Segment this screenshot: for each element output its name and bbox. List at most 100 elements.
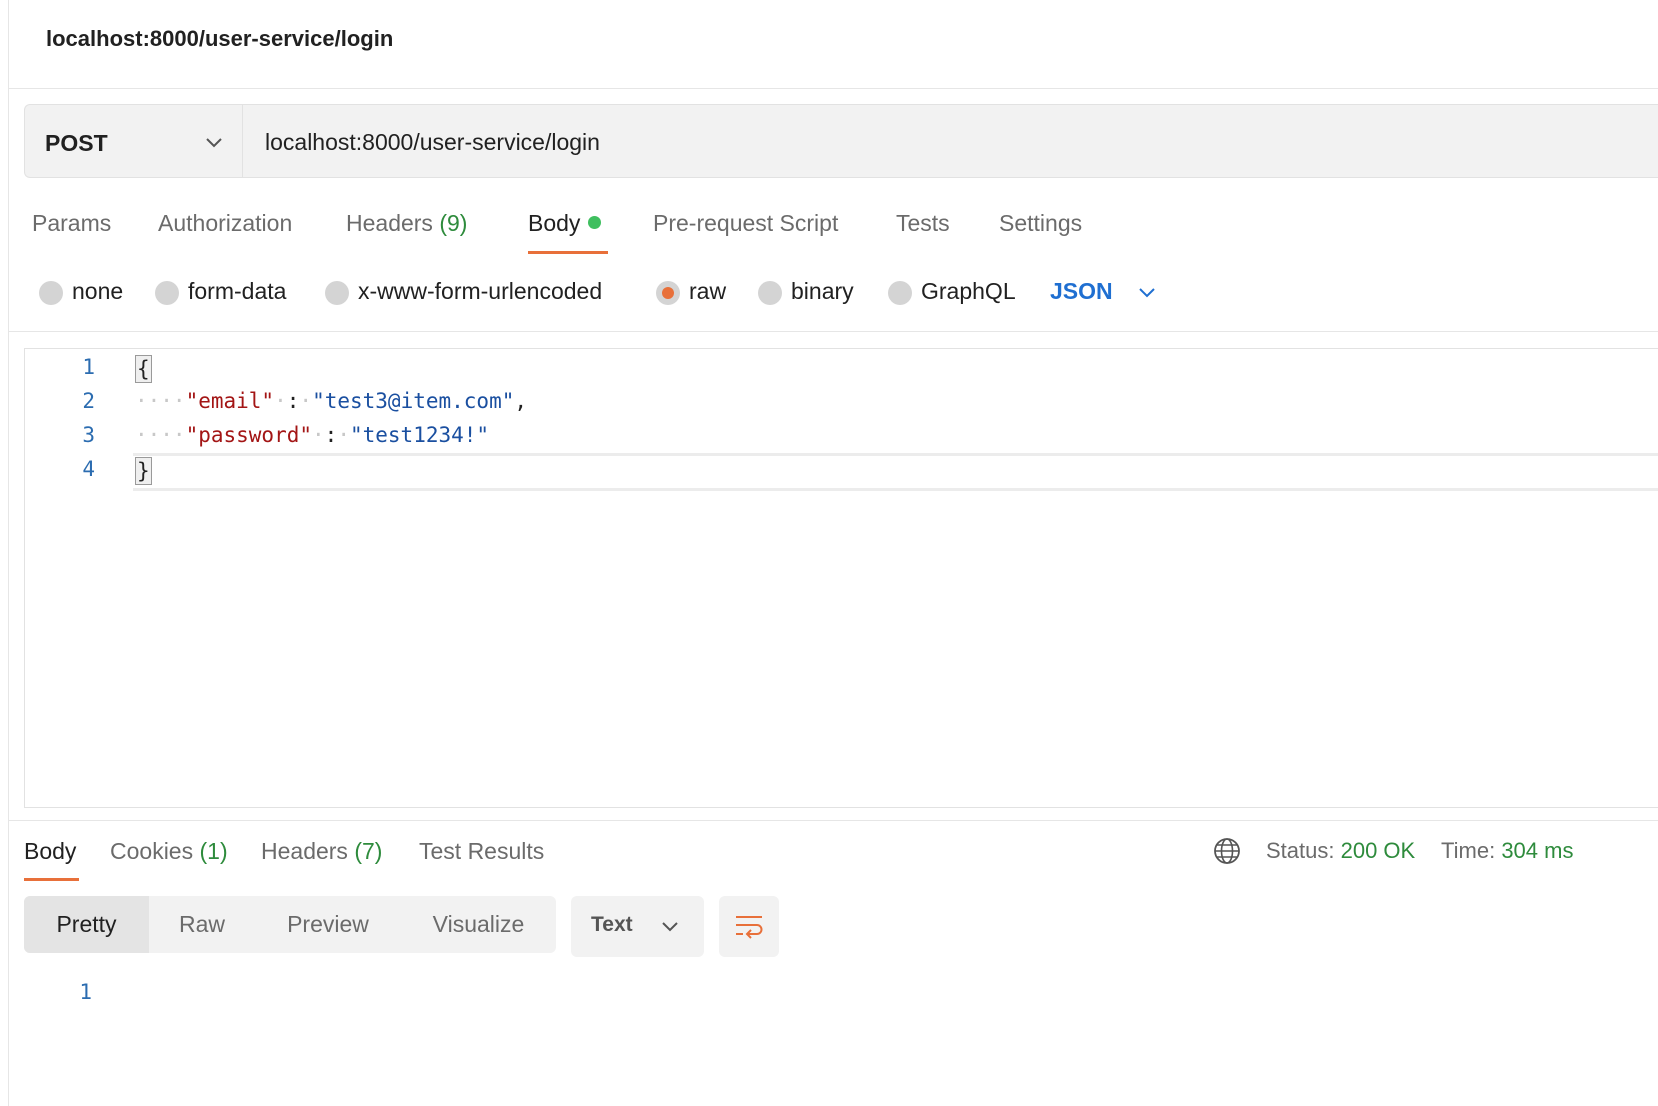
code-text: ····"email"·:·"test3@item.com", bbox=[135, 389, 527, 413]
tab-pre-request-script[interactable]: Pre-request Script bbox=[653, 210, 838, 237]
radio-circle-icon bbox=[888, 281, 912, 305]
body-type-options: none form-data x-www-form-urlencoded raw… bbox=[0, 272, 1658, 316]
tab-authorization-label: Authorization bbox=[158, 210, 293, 236]
method-label: POST bbox=[45, 130, 108, 156]
line-number: 1 bbox=[82, 355, 95, 379]
response-tab-cookies-label: Cookies bbox=[110, 838, 194, 864]
response-tab-body[interactable]: Body bbox=[24, 838, 76, 865]
body-editor[interactable]: 1 { 2 ····"email"·:·"test3@item.com", 3 … bbox=[24, 348, 1658, 808]
view-raw-button[interactable]: Raw bbox=[149, 896, 255, 953]
json-key: "email" bbox=[185, 389, 275, 413]
url-input[interactable]: localhost:8000/user-service/login bbox=[265, 129, 600, 156]
tab-headers-label: Headers bbox=[346, 210, 433, 236]
json-key: "password" bbox=[185, 423, 313, 447]
bracket-match: { bbox=[135, 355, 152, 383]
response-view-modes: Pretty Raw Preview Visualize bbox=[24, 896, 556, 953]
radio-urlencoded-label: x-www-form-urlencoded bbox=[358, 278, 603, 304]
chevron-down-icon[interactable] bbox=[1136, 282, 1158, 302]
line-number: 3 bbox=[82, 423, 95, 447]
time-label: Time: bbox=[1441, 838, 1496, 863]
response-time[interactable]: Time: 304 ms bbox=[1441, 838, 1573, 864]
json-colon: : bbox=[324, 423, 338, 447]
active-tab-indicator bbox=[24, 878, 79, 881]
globe-icon[interactable] bbox=[1213, 837, 1241, 865]
tab-params-label: Params bbox=[32, 210, 112, 236]
response-tab-headers-label: Headers bbox=[261, 838, 348, 864]
code-text: { bbox=[135, 355, 152, 383]
response-tab-test-results-label: Test Results bbox=[419, 838, 545, 864]
tab-authorization[interactable]: Authorization bbox=[158, 210, 292, 237]
code-line: 2 ····"email"·:·"test3@item.com", bbox=[25, 385, 1658, 419]
tab-pre-request-label: Pre-request Script bbox=[653, 210, 839, 236]
view-pretty-button[interactable]: Pretty bbox=[24, 896, 149, 953]
whitespace-marker: ···· bbox=[135, 389, 186, 413]
response-line-number: 1 bbox=[79, 980, 92, 1004]
url-bar: POST localhost:8000/user-service/login bbox=[24, 104, 1658, 178]
json-colon: : bbox=[286, 389, 300, 413]
active-tab-indicator bbox=[528, 251, 608, 254]
response-tab-cookies[interactable]: Cookies (1) bbox=[110, 838, 228, 865]
method-select[interactable]: POST bbox=[25, 105, 243, 177]
radio-circle-icon bbox=[155, 281, 179, 305]
code-text: ····"password"·:·"test1234!" bbox=[135, 423, 489, 447]
whitespace-marker: · bbox=[312, 423, 325, 447]
response-format-label: Text bbox=[591, 913, 633, 936]
cookies-count: (1) bbox=[199, 838, 228, 864]
json-comma: , bbox=[514, 389, 528, 413]
response-tab-test-results[interactable]: Test Results bbox=[419, 838, 544, 865]
request-title[interactable]: localhost:8000/user-service/login bbox=[46, 26, 393, 52]
tab-tests-label: Tests bbox=[896, 210, 950, 236]
response-status[interactable]: Status: 200 OK bbox=[1266, 838, 1415, 864]
modified-dot-icon bbox=[588, 216, 602, 229]
code-text: } bbox=[135, 457, 152, 485]
tab-tests[interactable]: Tests bbox=[896, 210, 950, 237]
divider bbox=[9, 331, 1658, 332]
radio-circle-icon bbox=[758, 281, 782, 305]
bracket-match: } bbox=[135, 457, 152, 485]
tab-body-label: Body bbox=[528, 210, 581, 236]
status-value: 200 OK bbox=[1340, 838, 1416, 863]
response-headers-count: (7) bbox=[354, 838, 383, 864]
response-format-select[interactable]: Text bbox=[571, 896, 704, 957]
whitespace-marker: · bbox=[337, 423, 350, 447]
radio-circle-icon bbox=[325, 281, 349, 305]
code-line: 3 ····"password"·:·"test1234!" bbox=[25, 419, 1658, 453]
divider bbox=[9, 820, 1658, 821]
whitespace-marker: · bbox=[299, 389, 313, 413]
line-number: 4 bbox=[82, 457, 95, 481]
time-value: 304 ms bbox=[1501, 838, 1574, 863]
chevron-down-icon bbox=[206, 138, 222, 148]
radio-selected-icon bbox=[656, 281, 680, 305]
headers-count: (9) bbox=[439, 210, 468, 236]
divider bbox=[9, 88, 1658, 89]
tab-settings[interactable]: Settings bbox=[999, 210, 1082, 237]
response-tab-headers[interactable]: Headers (7) bbox=[261, 838, 382, 865]
view-visualize-button[interactable]: Visualize bbox=[401, 896, 556, 953]
tab-body[interactable]: Body bbox=[528, 210, 602, 237]
chevron-down-icon bbox=[662, 922, 678, 932]
radio-circle-icon bbox=[39, 281, 63, 305]
radio-binary-label: binary bbox=[791, 278, 854, 304]
status-label: Status: bbox=[1266, 838, 1335, 863]
radio-graphql-label: GraphQL bbox=[921, 278, 1016, 304]
radio-form-data-label: form-data bbox=[188, 278, 287, 304]
response-tab-body-label: Body bbox=[24, 838, 77, 864]
json-value: "test1234!" bbox=[349, 423, 490, 447]
code-line: 1 { bbox=[25, 351, 1658, 385]
tab-params[interactable]: Params bbox=[32, 210, 111, 237]
whitespace-marker: · bbox=[274, 389, 287, 413]
radio-raw-label: raw bbox=[689, 278, 727, 304]
code-line: 4 } bbox=[25, 453, 1658, 487]
wrap-lines-icon bbox=[736, 916, 763, 939]
raw-format-select[interactable]: JSON bbox=[1050, 278, 1113, 305]
line-number: 2 bbox=[82, 389, 95, 413]
view-preview-button[interactable]: Preview bbox=[255, 896, 401, 953]
whitespace-marker: ···· bbox=[135, 423, 186, 447]
tab-headers[interactable]: Headers (9) bbox=[346, 210, 467, 237]
radio-none-label: none bbox=[72, 278, 124, 304]
wrap-lines-button[interactable] bbox=[719, 896, 779, 957]
tab-settings-label: Settings bbox=[999, 210, 1083, 236]
left-border bbox=[8, 0, 9, 1106]
json-value: "test3@item.com" bbox=[312, 389, 515, 413]
request-tabs: Params Authorization Headers (9) Body Pr… bbox=[0, 208, 1658, 258]
